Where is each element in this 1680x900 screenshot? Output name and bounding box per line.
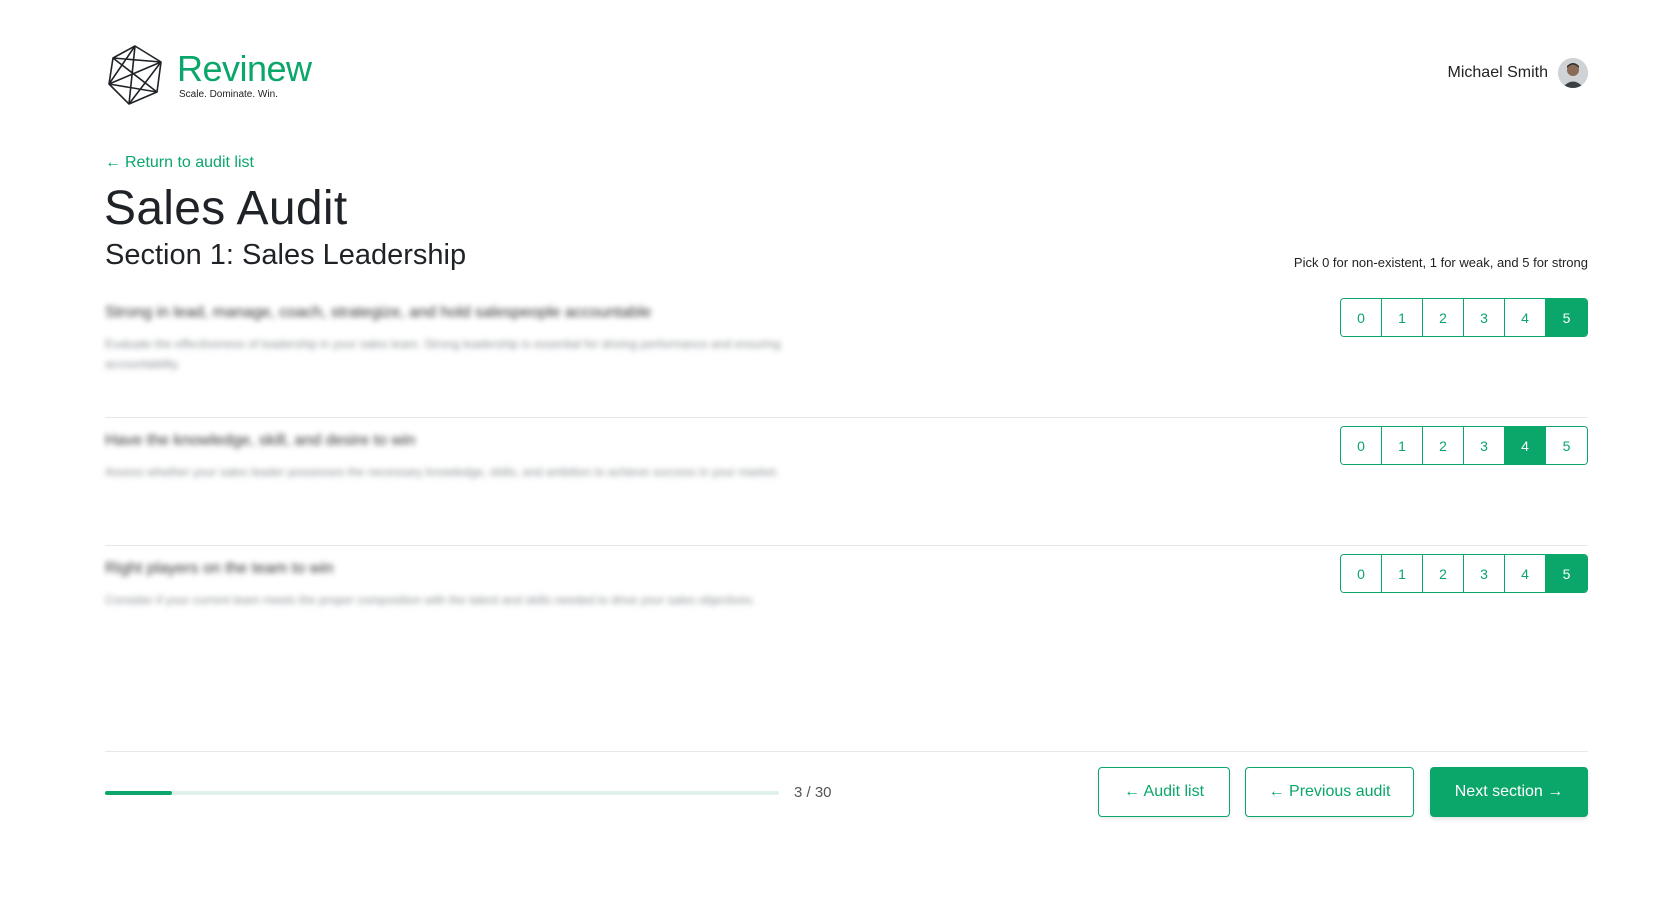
rating-option-3[interactable]: 3: [1464, 299, 1505, 336]
audit-list-button[interactable]: ← Audit list: [1098, 767, 1230, 817]
progress-fill: [105, 791, 173, 795]
question-title: Strong in lead, manage, coach, strategiz…: [105, 304, 652, 321]
rating-hint: Pick 0 for non-existent, 1 for weak, and…: [1293, 255, 1588, 270]
back-link-label: Return to audit list: [125, 154, 254, 171]
logo[interactable]: Revinew Scale. Dominate. Win.: [105, 44, 312, 106]
rating-selector: 0 1 2 3 4 5: [1340, 298, 1588, 337]
rating-option-2[interactable]: 2: [1423, 555, 1464, 592]
logo-tagline: Scale. Dominate. Win.: [179, 88, 278, 100]
header: Revinew Scale. Dominate. Win. Michael Sm…: [105, 44, 1588, 106]
rating-option-3[interactable]: 3: [1464, 427, 1505, 464]
rating-option-4[interactable]: 4: [1505, 299, 1546, 336]
rating-option-2[interactable]: 2: [1423, 299, 1464, 336]
footer-divider: [105, 751, 1588, 752]
rating-option-2[interactable]: 2: [1423, 427, 1464, 464]
user-menu[interactable]: Michael Smith: [1448, 58, 1588, 88]
rating-option-3[interactable]: 3: [1464, 555, 1505, 592]
question-title: Have the knowledge, skill, and desire to…: [105, 432, 416, 449]
question-title: Right players on the team to win: [105, 560, 334, 577]
progress-bar: [105, 791, 779, 795]
question-list: Strong in lead, manage, coach, strategiz…: [105, 290, 1588, 674]
rating-selector: 0 1 2 3 4 5: [1340, 426, 1588, 465]
question-description: Evaluate the effectiveness of leadership…: [105, 337, 781, 371]
page-title: Sales Audit: [104, 182, 348, 235]
question-item: Strong in lead, manage, coach, strategiz…: [105, 290, 1588, 418]
avatar[interactable]: [1558, 58, 1588, 88]
question-description: Consider if your current team meets the …: [105, 593, 756, 607]
rating-selector: 0 1 2 3 4 5: [1340, 554, 1588, 593]
question-description: Assess whether your sales leader possess…: [105, 465, 779, 479]
rating-option-4[interactable]: 4: [1505, 555, 1546, 592]
question-item: Right players on the team to win Conside…: [105, 546, 1588, 674]
previous-audit-button[interactable]: ← Previous audit: [1245, 767, 1414, 817]
rating-option-0[interactable]: 0: [1341, 427, 1382, 464]
rating-option-4[interactable]: 4: [1505, 427, 1546, 464]
next-section-button[interactable]: Next section →: [1430, 767, 1588, 817]
rating-option-0[interactable]: 0: [1341, 555, 1382, 592]
user-name: Michael Smith: [1447, 64, 1548, 81]
user-avatar-icon: [1558, 58, 1588, 88]
progress-count: 3 / 30: [794, 784, 832, 801]
rating-option-1[interactable]: 1: [1382, 555, 1423, 592]
logo-name: Revinew: [177, 47, 312, 89]
question-item: Have the knowledge, skill, and desire to…: [105, 418, 1588, 546]
rating-option-5[interactable]: 5: [1546, 555, 1587, 592]
rating-option-5[interactable]: 5: [1546, 299, 1587, 336]
back-arrow-icon: ←: [105, 154, 121, 171]
rating-option-1[interactable]: 1: [1382, 427, 1423, 464]
rating-option-0[interactable]: 0: [1341, 299, 1382, 336]
return-to-audit-list-link[interactable]: ← Return to audit list: [105, 154, 254, 172]
section-title: Section 1: Sales Leadership: [105, 239, 467, 271]
revinew-logo-icon: [108, 45, 162, 105]
rating-option-1[interactable]: 1: [1382, 299, 1423, 336]
rating-option-5[interactable]: 5: [1546, 427, 1587, 464]
